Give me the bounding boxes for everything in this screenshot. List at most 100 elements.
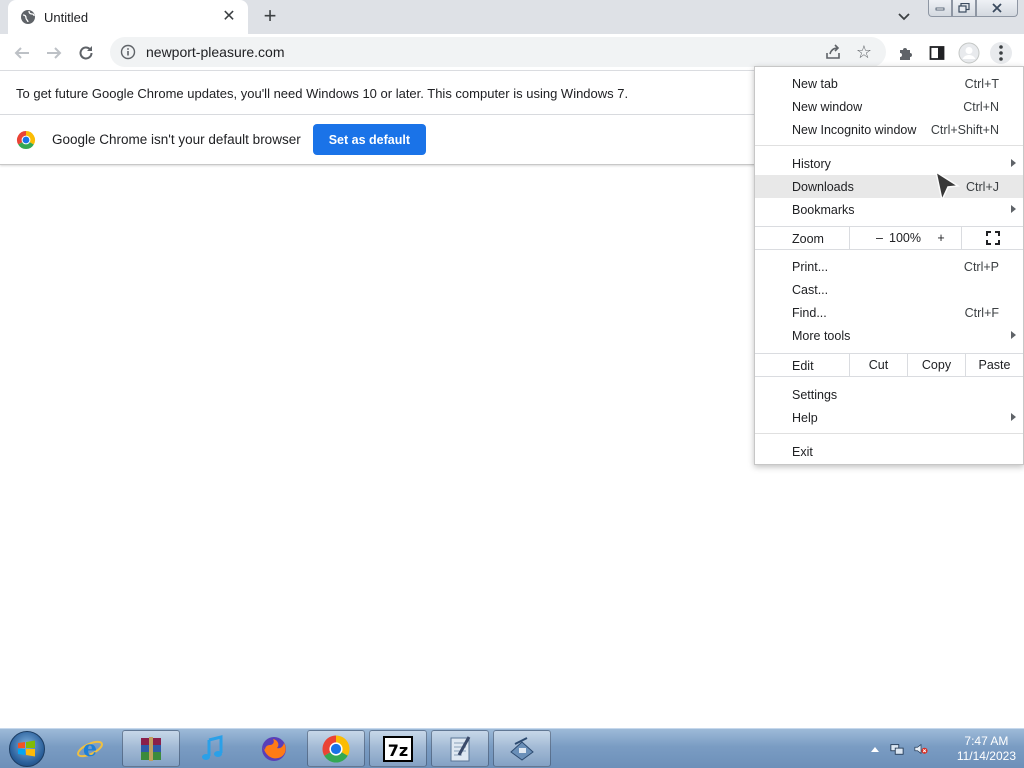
network-tool-icon xyxy=(510,736,534,761)
reload-icon[interactable] xyxy=(74,41,98,65)
menu-item-cast[interactable]: Cast... xyxy=(755,278,1023,301)
update-message: To get future Google Chrome updates, you… xyxy=(16,86,629,101)
menu-item-shortcut: Ctrl+F xyxy=(964,305,999,320)
7zip-icon: 7z xyxy=(383,735,413,762)
menu-item-label: Exit xyxy=(792,444,813,459)
tab-search-chevron-icon[interactable] xyxy=(894,8,914,26)
menu-item-settings[interactable]: Settings xyxy=(755,383,1023,406)
menu-item-new-tab[interactable]: New tab Ctrl+T xyxy=(755,72,1023,95)
taskbar-notepad-editor[interactable] xyxy=(431,730,489,767)
zoom-level: 100% xyxy=(889,231,921,245)
taskbar-network-tool[interactable] xyxy=(493,730,551,767)
default-browser-message: Google Chrome isn't your default browser xyxy=(52,132,301,147)
taskbar-winrar[interactable] xyxy=(122,730,180,767)
copy-button[interactable]: Copy xyxy=(907,354,965,376)
info-icon[interactable] xyxy=(120,44,136,60)
menu-item-history[interactable]: History xyxy=(755,152,1023,175)
menu-separator xyxy=(755,433,1023,434)
menu-item-label: New window xyxy=(792,99,863,114)
side-panel-icon[interactable] xyxy=(926,42,948,64)
menu-item-label: Bookmarks xyxy=(792,202,855,217)
menu-item-label: More tools xyxy=(792,328,851,343)
svg-text:7z: 7z xyxy=(388,741,408,760)
tab-title: Untitled xyxy=(44,9,89,25)
bookmark-star-icon[interactable]: ☆ xyxy=(854,42,874,62)
taskbar-7zip[interactable]: 7z xyxy=(369,730,427,767)
edit-label: Edit xyxy=(792,359,814,373)
globe-icon xyxy=(20,9,36,25)
submenu-arrow-icon xyxy=(1011,331,1016,339)
notepad-pen-icon xyxy=(450,735,471,761)
system-tray: 7:47 AM 11/14/2023 xyxy=(866,729,1024,768)
menu-item-label: Find... xyxy=(792,305,827,320)
menu-item-label: Help xyxy=(792,410,818,425)
show-hidden-icons-arrow-icon[interactable] xyxy=(868,742,882,756)
taskbar-itunes[interactable] xyxy=(184,730,242,767)
taskbar-firefox[interactable] xyxy=(245,730,303,767)
menu-item-shortcut: Ctrl+P xyxy=(963,259,999,274)
menu-item-label: New Incognito window xyxy=(792,122,917,137)
set-as-default-button[interactable]: Set as default xyxy=(312,124,426,155)
menu-item-print[interactable]: Print... Ctrl+P xyxy=(755,255,1023,278)
chrome-icon xyxy=(322,735,350,763)
menu-item-shortcut: Ctrl+T xyxy=(964,76,999,91)
restore-button[interactable] xyxy=(952,0,976,17)
menu-item-new-window[interactable]: New window Ctrl+N xyxy=(755,95,1023,118)
close-tab-icon[interactable]: ✕ xyxy=(220,8,238,26)
music-note-icon xyxy=(202,734,223,760)
menu-item-more-tools[interactable]: More tools xyxy=(755,324,1023,347)
share-icon[interactable] xyxy=(824,43,842,61)
menu-item-new-incognito-window[interactable]: New Incognito window Ctrl+Shift+N xyxy=(755,118,1023,141)
svg-text:e: e xyxy=(83,736,97,762)
menu-item-label: Print... xyxy=(792,259,829,274)
menu-item-shortcut: Ctrl+N xyxy=(963,99,999,114)
internet-explorer-icon: e xyxy=(77,736,103,762)
profile-avatar-icon[interactable] xyxy=(958,42,980,64)
network-icon[interactable] xyxy=(890,742,904,756)
zoom-label: Zoom xyxy=(792,232,824,246)
menu-item-downloads[interactable]: Downloads Ctrl+J xyxy=(755,175,1023,198)
menu-item-shortcut: Ctrl+Shift+N xyxy=(930,122,999,137)
volume-muted-icon[interactable] xyxy=(914,742,928,756)
submenu-arrow-icon xyxy=(1011,205,1016,213)
url-text: newport-pleasure.com xyxy=(146,44,285,60)
paste-button[interactable]: Paste xyxy=(965,354,1023,376)
chrome-logo-icon xyxy=(16,130,36,150)
menu-item-find[interactable]: Find... Ctrl+F xyxy=(755,301,1023,324)
menu-item-label: Cast... xyxy=(792,282,829,297)
minimize-button[interactable] xyxy=(928,0,952,17)
tab-strip: Untitled ✕ + xyxy=(0,0,1024,34)
browser-tab[interactable]: Untitled ✕ xyxy=(8,0,248,34)
menu-item-bookmarks[interactable]: Bookmarks xyxy=(755,198,1023,221)
mouse-cursor-icon xyxy=(934,170,961,204)
winrar-icon xyxy=(141,736,161,761)
zoom-plus: + xyxy=(937,231,945,245)
back-arrow-icon[interactable] xyxy=(10,41,34,65)
zoom-in-button[interactable]: + xyxy=(931,227,951,249)
extensions-puzzle-icon[interactable] xyxy=(895,42,917,64)
edit-row: Edit Cut Copy Paste xyxy=(755,353,1023,377)
menu-item-label: Settings xyxy=(792,387,838,402)
submenu-arrow-icon xyxy=(1011,413,1016,421)
address-bar[interactable]: newport-pleasure.com ☆ xyxy=(110,37,886,67)
menu-item-help[interactable]: Help xyxy=(755,406,1023,429)
taskbar-internet-explorer[interactable]: e xyxy=(61,730,119,767)
fullscreen-icon xyxy=(985,231,1000,245)
start-button[interactable] xyxy=(6,730,48,768)
cut-button[interactable]: Cut xyxy=(849,354,907,376)
close-window-button[interactable] xyxy=(976,0,1018,17)
more-menu-icon[interactable] xyxy=(990,42,1012,64)
new-tab-button[interactable]: + xyxy=(258,5,282,29)
submenu-arrow-icon xyxy=(1011,159,1016,167)
menu-item-shortcut: Ctrl+J xyxy=(966,179,999,194)
clock-time: 7:47 AM xyxy=(964,734,1009,748)
clock-date: 11/14/2023 xyxy=(956,749,1016,763)
firefox-icon xyxy=(262,736,286,761)
taskbar-clock[interactable]: 7:47 AM 11/14/2023 xyxy=(957,734,1016,764)
menu-item-exit[interactable]: Exit xyxy=(755,440,1023,463)
taskbar-chrome[interactable] xyxy=(307,730,365,767)
fullscreen-button[interactable] xyxy=(961,227,1023,249)
forward-arrow-icon[interactable] xyxy=(42,41,66,65)
zoom-row: Zoom – 100% + xyxy=(755,226,1023,250)
menu-item-label: New tab xyxy=(792,76,838,91)
